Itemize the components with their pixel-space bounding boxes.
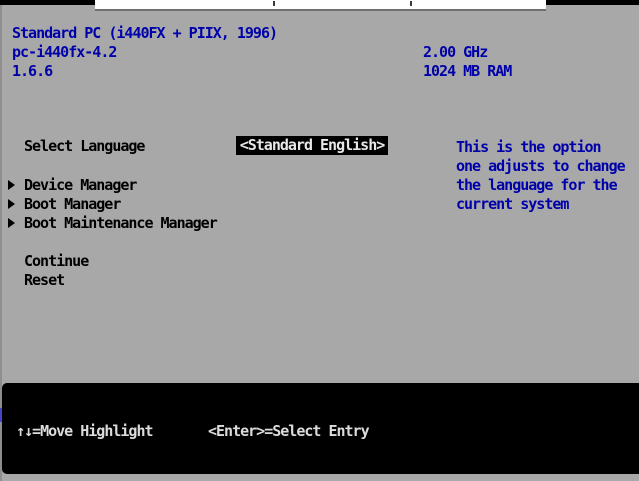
menu-item-continue[interactable]: Continue [24, 252, 88, 271]
select-language-label: Select Language [24, 137, 144, 156]
menu-item-boot-maintenance-manager[interactable]: Boot Maintenance Manager [24, 214, 217, 233]
help-text-line: one adjusts to change [456, 157, 625, 176]
menu-separator-tick [410, 1, 412, 6]
machine-name: Standard PC (i440FX + PIIX, 1996) [12, 24, 277, 43]
firmware-version: 1.6.6 [12, 62, 52, 81]
hint-select-entry: <Enter>=Select Entry [208, 422, 369, 441]
submenu-arrow-icon [8, 199, 15, 209]
menu-item-boot-manager[interactable]: Boot Manager [24, 195, 120, 214]
select-language-value[interactable]: <Standard English> [236, 136, 388, 155]
menu-item-reset[interactable]: Reset [24, 271, 64, 290]
submenu-arrow-icon [8, 218, 15, 228]
hint-move-highlight: ↑↓=Move Highlight [16, 422, 153, 441]
menu-separator-tick [273, 1, 275, 6]
machine-type: pc-i440fx-4.2 [12, 43, 116, 62]
menubar-remnant [95, 0, 546, 11]
submenu-arrow-icon [8, 180, 15, 190]
cpu-speed: 2.00 GHz [423, 43, 487, 62]
menu-item-device-manager[interactable]: Device Manager [24, 176, 136, 195]
help-text-line: current system [456, 195, 568, 214]
bios-setup-screen: Standard PC (i440FX + PIIX, 1996) pc-i44… [0, 0, 639, 481]
help-text-line: This is the option [456, 138, 601, 157]
window-left-edge-artifact [0, 408, 2, 422]
help-text-line: the language for the [456, 176, 617, 195]
memory-size: 1024 MB RAM [423, 62, 511, 81]
